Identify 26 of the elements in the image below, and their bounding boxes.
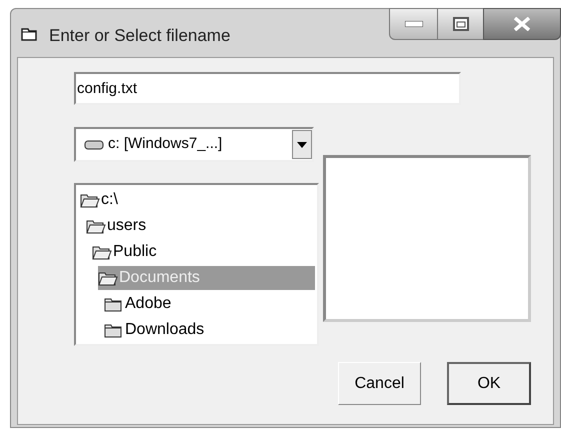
open-folder-icon	[86, 218, 106, 234]
caret-icon	[297, 142, 307, 148]
open-folder-icon	[92, 244, 112, 260]
window-title: Enter or Select filename	[49, 25, 230, 47]
close-button[interactable]	[483, 8, 561, 40]
folder-item[interactable]: Adobe	[104, 292, 315, 316]
minimize-icon	[404, 21, 422, 27]
dropdown-button[interactable]	[292, 130, 312, 159]
folder-item[interactable]: Downloads	[104, 318, 315, 342]
folder-icon	[104, 296, 124, 312]
open-folder-icon	[80, 192, 100, 208]
minimize-button[interactable]	[389, 8, 438, 40]
drive-dropdown[interactable]: c: [Windows7_...]	[74, 127, 314, 162]
dialog-button[interactable]: Cancel	[338, 362, 421, 405]
close-icon	[513, 17, 531, 31]
folder-item[interactable]: Public	[92, 240, 315, 264]
drive-icon	[84, 140, 104, 150]
open-folder-icon	[98, 270, 118, 286]
maximize-button[interactable]	[438, 8, 483, 40]
folder-icon	[104, 322, 124, 338]
window-icon	[21, 27, 37, 41]
folder-item[interactable]: users	[86, 214, 315, 238]
drive-text: c: [Windows7_...]	[108, 134, 224, 154]
folder-item[interactable]: c:\	[80, 188, 315, 212]
dialog-button[interactable]: OK	[447, 362, 531, 405]
maximize-icon	[452, 17, 468, 31]
